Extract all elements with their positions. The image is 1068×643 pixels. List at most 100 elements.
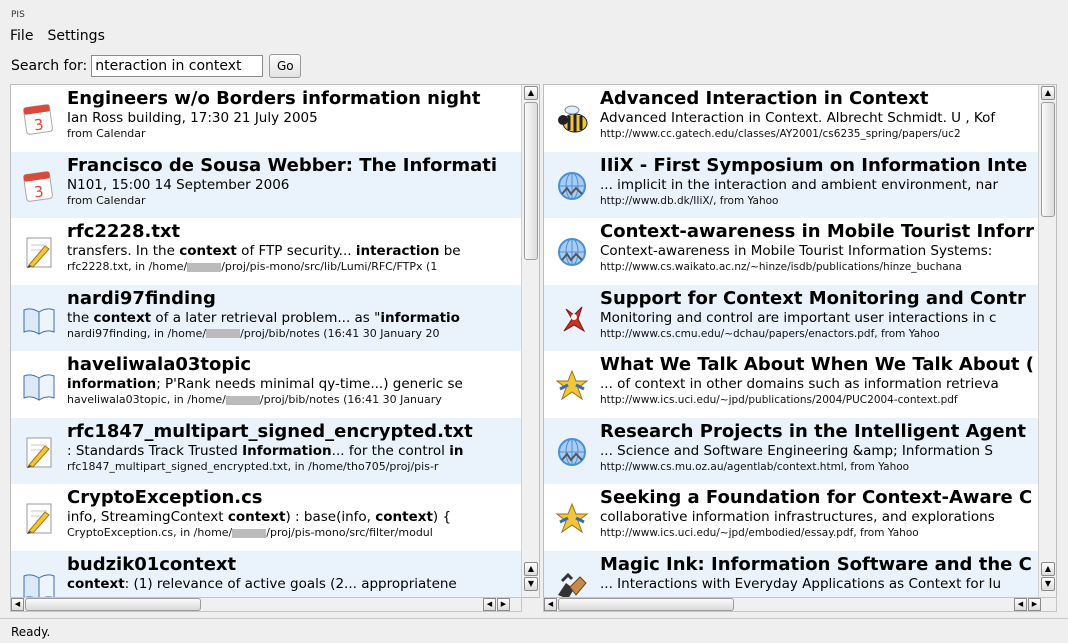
book-icon: [23, 573, 55, 597]
result-url[interactable]: http://www.ics.uci.edu/~jpd/publications…: [600, 393, 1038, 407]
list-item[interactable]: haveliwala03topic information; P'Rank ne…: [11, 351, 521, 418]
list-item[interactable]: Magic Ink: Information Software and the …: [544, 550, 1038, 597]
search-input[interactable]: [91, 55, 264, 77]
scroll-up-arrow-icon[interactable]: ▲: [1041, 562, 1055, 576]
local-results-list: 3 Engineers w/o Borders information nigh…: [11, 85, 521, 597]
result-snippet: information; P'Rank needs minimal qy-tim…: [67, 376, 463, 392]
scroll-right-arrow-icon[interactable]: ▶: [1028, 598, 1041, 611]
list-item[interactable]: What We Talk About When We Talk About ( …: [544, 351, 1038, 418]
left-vertical-scrollbar[interactable]: ▲ ▲ ▼: [521, 85, 539, 597]
result-meta: CryptoException.cs, in /home//proj/pis-m…: [67, 526, 433, 539]
list-item[interactable]: CryptoException.cs info, StreamingContex…: [11, 484, 521, 551]
right-vertical-scrollbar[interactable]: ▲ ▲ ▼: [1038, 85, 1056, 597]
scroll-thumb[interactable]: [1041, 102, 1055, 217]
right-horizontal-scrollbar[interactable]: ◀ ◀ ▶: [543, 597, 1057, 612]
result-snippet: collaborative information infrastructure…: [600, 509, 995, 525]
list-item[interactable]: 3 Francisco de Sousa Webber: The Informa…: [11, 151, 521, 218]
scroll-thumb[interactable]: [524, 102, 538, 260]
list-item[interactable]: Research Projects in the Intelligent Age…: [544, 417, 1038, 484]
scroll-right-arrow-icon[interactable]: ▶: [497, 598, 510, 611]
result-snippet: Advanced Interaction in Context. Albrech…: [600, 110, 996, 126]
scroll-left-arrow-icon[interactable]: ◀: [483, 598, 496, 611]
text-file-icon: [26, 503, 52, 534]
redacted-username: [206, 329, 241, 338]
list-item[interactable]: 3 Engineers w/o Borders information nigh…: [11, 85, 521, 152]
result-snippet: ... Science and Software Engineering &am…: [600, 442, 993, 459]
result-url[interactable]: http://www.cs.mu.oz.au/agentlab/context.…: [600, 460, 1038, 474]
window-title: PIS: [11, 10, 25, 20]
menu-bar: File Settings: [10, 28, 105, 48]
web-globe-icon: [558, 238, 586, 266]
list-item[interactable]: Seeking a Foundation for Context-Aware C…: [544, 484, 1038, 551]
result-meta: haveliwala03topic, in /home//proj/bib/no…: [67, 393, 442, 406]
redacted-username: [225, 395, 260, 405]
result-snippet: info, StreamingContext context) : base(i…: [67, 509, 452, 525]
red-figure-icon: [563, 306, 586, 332]
list-item[interactable]: Context-awareness in Mobile Tourist Info…: [544, 218, 1038, 285]
list-item[interactable]: Advanced Interaction in Context Advanced…: [544, 85, 1038, 152]
result-url[interactable]: http://www.db.dk/IIiX/, from Yahoo: [600, 194, 1038, 208]
hands-icon: [558, 572, 587, 597]
result-title: rfc1847_multipart_signed_encrypted.txt: [67, 420, 473, 442]
result-snippet: context: (1) relevance of active goals (…: [67, 575, 457, 592]
scroll-up-arrow-icon[interactable]: ▲: [524, 562, 538, 576]
menu-settings[interactable]: Settings: [47, 28, 104, 48]
web-globe-icon: [558, 437, 586, 466]
scroll-up-arrow-icon[interactable]: ▲: [1041, 86, 1055, 100]
web-globe-icon: [558, 171, 586, 200]
result-title: Engineers w/o Borders information night: [67, 88, 481, 109]
calendar-icon: 3: [23, 170, 53, 202]
scroll-left-arrow-icon[interactable]: ◀: [1014, 598, 1027, 611]
result-title: CryptoException.cs: [67, 487, 263, 508]
scroll-thumb[interactable]: [25, 598, 201, 611]
go-button[interactable]: Go: [269, 54, 302, 78]
scroll-left-arrow-icon[interactable]: ◀: [544, 598, 557, 611]
result-title: What We Talk About When We Talk About (: [600, 354, 1035, 375]
redacted-username: [232, 528, 267, 538]
result-title: Francisco de Sousa Webber: The Informati: [67, 154, 498, 176]
scroll-down-arrow-icon[interactable]: ▼: [1041, 577, 1055, 591]
list-item[interactable]: nardi97finding the context of a later re…: [11, 284, 521, 351]
result-snippet: Ian Ross building, 17:30 21 July 2005: [67, 110, 318, 126]
result-snippet: ... implicit in the interaction and ambi…: [600, 176, 999, 193]
result-snippet: Monitoring and control are important use…: [600, 309, 997, 326]
redacted-username: [187, 262, 222, 272]
result-meta: rfc2228.txt, in /home//proj/pis-mono/src…: [67, 260, 438, 273]
result-snippet: Context-awareness in Mobile Tourist Info…: [600, 243, 993, 259]
book-icon: [23, 374, 55, 401]
result-title: Seeking a Foundation for Context-Aware C: [600, 487, 1033, 508]
scroll-down-arrow-icon[interactable]: ▼: [524, 577, 538, 591]
web-results-list: Advanced Interaction in Context Advanced…: [544, 85, 1038, 597]
result-title: IIiX - First Symposium on Information In…: [600, 154, 1028, 176]
result-url[interactable]: http://www.cc.gatech.edu/classes/AY2001/…: [600, 127, 1038, 141]
result-snippet: ... Interactions with Everyday Applicati…: [600, 575, 1002, 592]
text-file-icon: [26, 237, 52, 268]
star-figure-icon: [555, 369, 589, 401]
list-item[interactable]: Support for Context Monitoring and Contr…: [544, 284, 1038, 351]
result-snippet: transfers. In the context of FTP securit…: [67, 243, 461, 259]
left-horizontal-scrollbar[interactable]: ◀ ◀ ▶: [10, 597, 522, 612]
bee-icon: [558, 105, 588, 133]
scroll-left-arrow-icon[interactable]: ◀: [11, 598, 24, 611]
result-meta: from Calendar: [67, 193, 146, 207]
list-item[interactable]: budzik01context context: (1) relevance o…: [11, 550, 521, 597]
web-results-pane[interactable]: Advanced Interaction in Context Advanced…: [543, 84, 1057, 598]
result-url[interactable]: http://www.ics.uci.edu/~jpd/embodied/ess…: [600, 526, 1038, 540]
list-item[interactable]: IIiX - First Symposium on Information In…: [544, 151, 1038, 218]
result-url[interactable]: http://www.cs.cmu.edu/~dchau/papers/enac…: [600, 327, 1038, 341]
result-title: Research Projects in the Intelligent Age…: [600, 420, 1027, 442]
list-item[interactable]: rfc1847_multipart_signed_encrypted.txt :…: [11, 417, 521, 484]
scroll-thumb[interactable]: [558, 598, 734, 611]
result-snippet: ... of context in other domains such as …: [600, 376, 999, 392]
local-results-pane[interactable]: 3 Engineers w/o Borders information nigh…: [10, 84, 540, 598]
scroll-up-arrow-icon[interactable]: ▲: [524, 86, 538, 100]
result-title: Support for Context Monitoring and Contr: [600, 287, 1026, 309]
menu-file[interactable]: File: [10, 28, 33, 48]
result-title: budzik01context: [67, 553, 237, 575]
result-title: rfc2228.txt: [67, 221, 181, 242]
result-url[interactable]: http://www.cs.waikato.ac.nz/~hinze/isdb/…: [600, 260, 1038, 274]
list-item[interactable]: rfc2228.txt transfers. In the context of…: [11, 218, 521, 285]
star-figure-icon: [555, 502, 589, 534]
search-bar: Search for: Go: [11, 54, 302, 78]
text-file-icon: [26, 437, 52, 468]
